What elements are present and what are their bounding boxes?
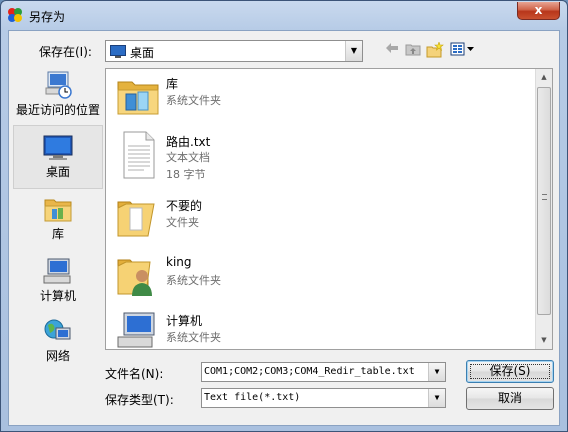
chevron-down-icon[interactable]: ▼ xyxy=(428,389,445,407)
desktop-icon xyxy=(110,45,126,58)
up-folder-icon[interactable] xyxy=(404,42,422,60)
location-value: 桌面 xyxy=(130,46,155,60)
file-type: 系统文件夹 xyxy=(166,94,221,107)
list-item[interactable]: 路由.txt 文本文档 18 字节 xyxy=(110,128,530,188)
place-label: 库 xyxy=(51,227,64,241)
close-button[interactable]: x xyxy=(517,2,560,20)
filename-label: 文件名(N): xyxy=(105,367,164,381)
chevron-down-icon[interactable]: ▼ xyxy=(428,363,445,381)
file-name: 库 xyxy=(166,77,179,91)
file-size: 18 字节 xyxy=(166,168,206,181)
view-menu-icon[interactable] xyxy=(450,42,476,60)
place-label: 计算机 xyxy=(39,289,76,303)
place-label: 网络 xyxy=(45,349,70,363)
place-network[interactable]: 网络 xyxy=(13,316,103,363)
place-computer[interactable]: 计算机 xyxy=(13,256,103,303)
back-arrow-icon[interactable] xyxy=(383,42,401,60)
place-desktop[interactable]: 桌面 xyxy=(13,125,103,189)
scroll-thumb[interactable] xyxy=(537,87,551,315)
list-item[interactable]: 不要的 文件夹 xyxy=(110,192,530,252)
filetype-select[interactable]: Text file(*.txt) ▼ xyxy=(201,388,446,408)
list-item[interactable]: 库 系统文件夹 xyxy=(110,70,530,130)
chevron-down-icon[interactable]: ▼ xyxy=(345,41,362,61)
text-file-icon xyxy=(123,131,155,179)
file-type: 文件夹 xyxy=(166,216,199,229)
network-icon xyxy=(44,319,71,340)
cancel-button[interactable]: 取消 xyxy=(466,387,554,410)
recent-places-icon xyxy=(45,71,72,99)
new-folder-icon[interactable] xyxy=(426,41,444,60)
place-label: 桌面 xyxy=(45,165,70,179)
dialog-body: 保存在(I): 桌面 ▼ 最近访问的位置 桌面 库 计算机 网络 库 系统文件夹… xyxy=(8,30,560,426)
cancel-button-label: 取消 xyxy=(497,391,522,405)
file-type: 系统文件夹 xyxy=(166,331,221,344)
close-icon: x xyxy=(534,3,543,17)
libraries-folder-icon xyxy=(117,81,159,115)
file-name: 不要的 xyxy=(166,199,203,213)
place-recent[interactable]: 最近访问的位置 xyxy=(13,70,103,117)
place-label: 最近访问的位置 xyxy=(15,103,100,117)
places-bar: 最近访问的位置 桌面 库 计算机 网络 xyxy=(13,68,104,363)
folder-icon xyxy=(117,201,155,237)
filetype-value: Text file(*.txt) xyxy=(204,392,301,403)
filename-input[interactable]: COM1;COM2;COM3;COM4_Redir_table.txt ▼ xyxy=(201,362,446,382)
libraries-icon xyxy=(44,199,72,222)
list-item[interactable]: 计算机 系统文件夹 xyxy=(110,307,530,349)
focus-ring xyxy=(470,364,550,379)
desktop-icon xyxy=(43,135,73,160)
file-type: 系统文件夹 xyxy=(166,274,221,287)
scroll-down-icon[interactable]: ▼ xyxy=(536,332,552,349)
filetype-label: 保存类型(T): xyxy=(105,393,174,407)
vertical-scrollbar[interactable]: ▲ ▼ xyxy=(535,69,552,349)
filename-value: COM1;COM2;COM3;COM4_Redir_table.txt xyxy=(204,366,415,377)
file-type: 文本文档 xyxy=(166,151,210,164)
file-name: king xyxy=(166,255,192,269)
scroll-up-icon[interactable]: ▲ xyxy=(536,69,552,86)
user-folder-icon xyxy=(117,259,152,296)
list-item[interactable]: king 系统文件夹 xyxy=(110,250,530,310)
save-as-dialog: 另存为 x 保存在(I): 桌面 ▼ 最近访问的位置 桌面 库 计算机 网络 库… xyxy=(0,0,568,432)
location-dropdown[interactable]: 桌面 ▼ xyxy=(105,40,363,62)
computer-icon xyxy=(117,312,155,348)
file-name: 计算机 xyxy=(166,314,203,328)
window-title: 另存为 xyxy=(29,10,66,24)
file-list[interactable]: 库 系统文件夹 路由.txt 文本文档 18 字节 不要的 文件夹 king 系… xyxy=(105,68,553,350)
save-in-label: 保存在(I): xyxy=(39,45,92,59)
title-bar[interactable]: 另存为 x xyxy=(1,1,567,30)
place-libraries[interactable]: 库 xyxy=(13,194,103,241)
computer-icon xyxy=(43,258,71,284)
grip-icon xyxy=(542,194,547,200)
app-icon xyxy=(8,8,22,22)
file-name: 路由.txt xyxy=(166,135,211,149)
save-button[interactable]: 保存(S) xyxy=(466,360,554,383)
